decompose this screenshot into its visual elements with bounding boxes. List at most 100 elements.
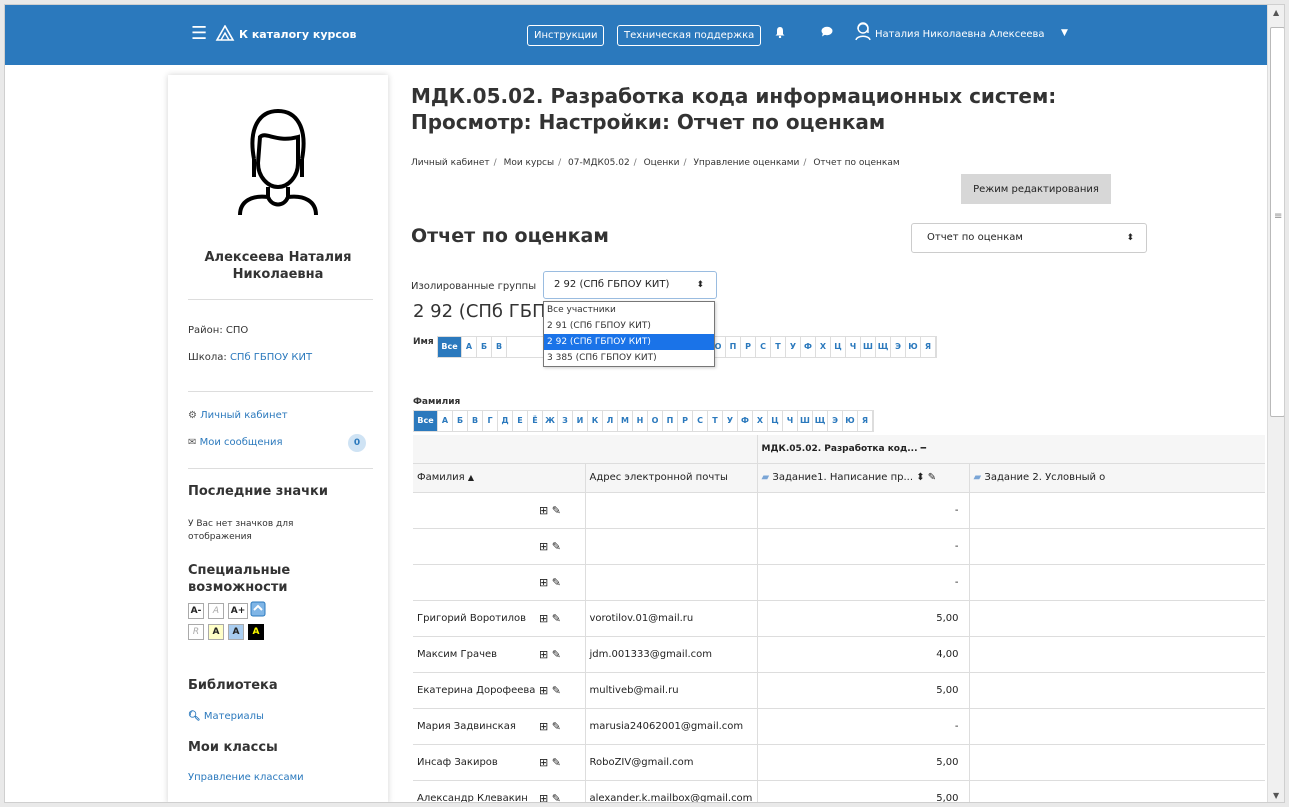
task2-grade[interactable]	[968, 708, 1266, 745]
dashboard-link[interactable]: ⚙ Личный кабинет	[188, 410, 288, 421]
task1-column-header[interactable]: ▰ Задание1. Написание пр... ⬍ ✎	[756, 463, 970, 493]
student-name[interactable]: Мария Задвинская	[413, 708, 535, 745]
last-name-initial-filter[interactable]: Ё	[528, 411, 543, 431]
pencil-icon[interactable]: ✎	[928, 472, 936, 483]
last-name-initial-filter[interactable]: Ф	[738, 411, 753, 431]
last-name-initial-filter[interactable]: У	[723, 411, 738, 431]
task1-grade[interactable]: 5,00	[756, 600, 970, 637]
last-name-initial-filter[interactable]: Ш	[798, 411, 813, 431]
color-blue-button[interactable]: A	[228, 624, 244, 640]
task2-grade[interactable]	[968, 636, 1266, 673]
task1-grade[interactable]: 5,00	[756, 672, 970, 709]
last-name-initial-filter[interactable]: Т	[708, 411, 723, 431]
last-name-initial-filter[interactable]: З	[558, 411, 573, 431]
chat-icon[interactable]	[821, 26, 833, 40]
save-settings-icon[interactable]	[250, 601, 266, 617]
student-name[interactable]: Александр Клевакин	[413, 780, 535, 802]
task2-grade[interactable]	[968, 672, 1266, 709]
task2-grade[interactable]	[968, 600, 1266, 637]
first-name-initial-filter[interactable]: П	[726, 337, 741, 357]
pencil-icon[interactable]: ✎	[552, 504, 561, 517]
grid-icon[interactable]: ⊞	[539, 648, 548, 661]
pencil-icon[interactable]: ✎	[552, 540, 561, 553]
first-name-initial-filter[interactable]: У	[786, 337, 801, 357]
first-name-initial-filter[interactable]: Х	[816, 337, 831, 357]
task1-grade[interactable]: -	[756, 492, 970, 529]
menu-icon[interactable]: ☰	[191, 25, 207, 43]
instructions-button[interactable]: Инструкции	[527, 25, 605, 46]
last-name-initial-filter[interactable]: П	[663, 411, 678, 431]
task2-grade[interactable]	[968, 492, 1266, 529]
task1-grade[interactable]: -	[756, 708, 970, 745]
grid-icon[interactable]: ⊞	[539, 720, 548, 733]
messages-link[interactable]: ✉ Мои сообщения	[188, 437, 283, 448]
grid-icon[interactable]: ⊞	[539, 612, 548, 625]
breadcrumb-course[interactable]: 07-МДК05.02	[568, 158, 630, 168]
catalog-logo-icon[interactable]	[215, 24, 235, 46]
color-yellow-button[interactable]: A	[208, 624, 224, 640]
last-name-initial-filter[interactable]: Л	[603, 411, 618, 431]
task1-grade[interactable]: 4,00	[756, 636, 970, 673]
first-name-all-filter[interactable]: Все	[438, 337, 462, 357]
grid-icon[interactable]: ⊞	[539, 684, 548, 697]
task1-grade[interactable]: -	[756, 528, 970, 565]
pencil-icon[interactable]: ✎	[552, 720, 561, 733]
catalog-link[interactable]: К каталогу курсов	[239, 28, 356, 41]
first-name-initial-filter[interactable]: Ч	[846, 337, 861, 357]
task1-grade[interactable]: 5,00	[756, 744, 970, 781]
last-name-initial-filter[interactable]: О	[648, 411, 663, 431]
first-name-initial-filter[interactable]: Р	[741, 337, 756, 357]
breadcrumb-dashboard[interactable]: Личный кабинет	[411, 158, 490, 168]
student-name[interactable]: Екатерина Дорофеева	[413, 672, 535, 709]
groups-select[interactable]: 2 92 (СПб ГБПОУ КИТ) ⬍	[543, 271, 717, 299]
student-name[interactable]: Инсаф Закиров	[413, 744, 535, 781]
first-name-initial-filter[interactable]: В	[492, 337, 507, 357]
last-name-initial-filter[interactable]: В	[468, 411, 483, 431]
breadcrumb-my-courses[interactable]: Мои курсы	[504, 158, 555, 168]
first-name-initial-filter[interactable]: Б	[477, 337, 492, 357]
last-name-initial-filter[interactable]: Ч	[783, 411, 798, 431]
user-menu[interactable]: Наталия Николаевна Алексеева	[875, 29, 1045, 40]
font-decrease-button[interactable]: A-	[188, 603, 204, 619]
last-name-initial-filter[interactable]: Щ	[813, 411, 828, 431]
support-button[interactable]: Техническая поддержка	[617, 25, 762, 46]
grid-icon[interactable]: ⊞	[539, 504, 548, 517]
bell-icon[interactable]	[775, 26, 785, 41]
font-reset-button[interactable]: A	[208, 603, 224, 619]
font-increase-button[interactable]: A+	[228, 603, 248, 619]
task2-grade[interactable]	[968, 564, 1266, 601]
last-name-initial-filter[interactable]: М	[618, 411, 633, 431]
student-name[interactable]	[413, 564, 535, 601]
group-option[interactable]: Все участники	[544, 302, 714, 318]
last-name-initial-filter[interactable]: Р	[678, 411, 693, 431]
group-option[interactable]: 3 385 (СПб ГБПОУ КИТ)	[544, 350, 714, 366]
grid-icon[interactable]: ⊞	[539, 576, 548, 589]
collapse-icon[interactable]: ━	[921, 444, 926, 454]
first-name-initial-filter[interactable]: Я	[921, 337, 936, 357]
last-name-initial-filter[interactable]: С	[693, 411, 708, 431]
first-name-initial-filter[interactable]: Э	[891, 337, 906, 357]
user-avatar-icon[interactable]	[854, 21, 872, 44]
pencil-icon[interactable]: ✎	[552, 756, 561, 769]
last-name-initial-filter[interactable]: Ж	[543, 411, 558, 431]
last-name-initial-filter[interactable]: А	[438, 411, 453, 431]
first-name-initial-filter[interactable]: Ц	[831, 337, 846, 357]
grid-icon[interactable]: ⊞	[539, 540, 548, 553]
last-name-initial-filter[interactable]: Б	[453, 411, 468, 431]
task1-grade[interactable]: 5,00	[756, 780, 970, 802]
report-type-select[interactable]: Отчет по оценкам ⬍	[911, 223, 1147, 253]
last-name-initial-filter[interactable]: К	[588, 411, 603, 431]
last-name-all-filter[interactable]: Все	[414, 411, 438, 431]
last-name-initial-filter[interactable]: И	[573, 411, 588, 431]
scroll-up-icon[interactable]: ▲	[1273, 8, 1279, 17]
task2-grade[interactable]	[968, 780, 1266, 802]
color-reset-button[interactable]: R	[188, 624, 204, 640]
surname-column-header[interactable]: Фамилия ▲	[413, 463, 585, 493]
materials-link[interactable]: 🔍︎ Материалы	[188, 711, 264, 722]
first-name-initial-filter[interactable]: Щ	[876, 337, 891, 357]
manage-classes-link[interactable]: Управление классами	[188, 772, 304, 783]
school-link[interactable]: СПб ГБПОУ КИТ	[230, 352, 312, 363]
color-black-button[interactable]: A	[248, 624, 264, 640]
group-option-selected[interactable]: 2 92 (СПб ГБПОУ КИТ)	[544, 334, 714, 350]
student-name[interactable]	[413, 492, 535, 529]
